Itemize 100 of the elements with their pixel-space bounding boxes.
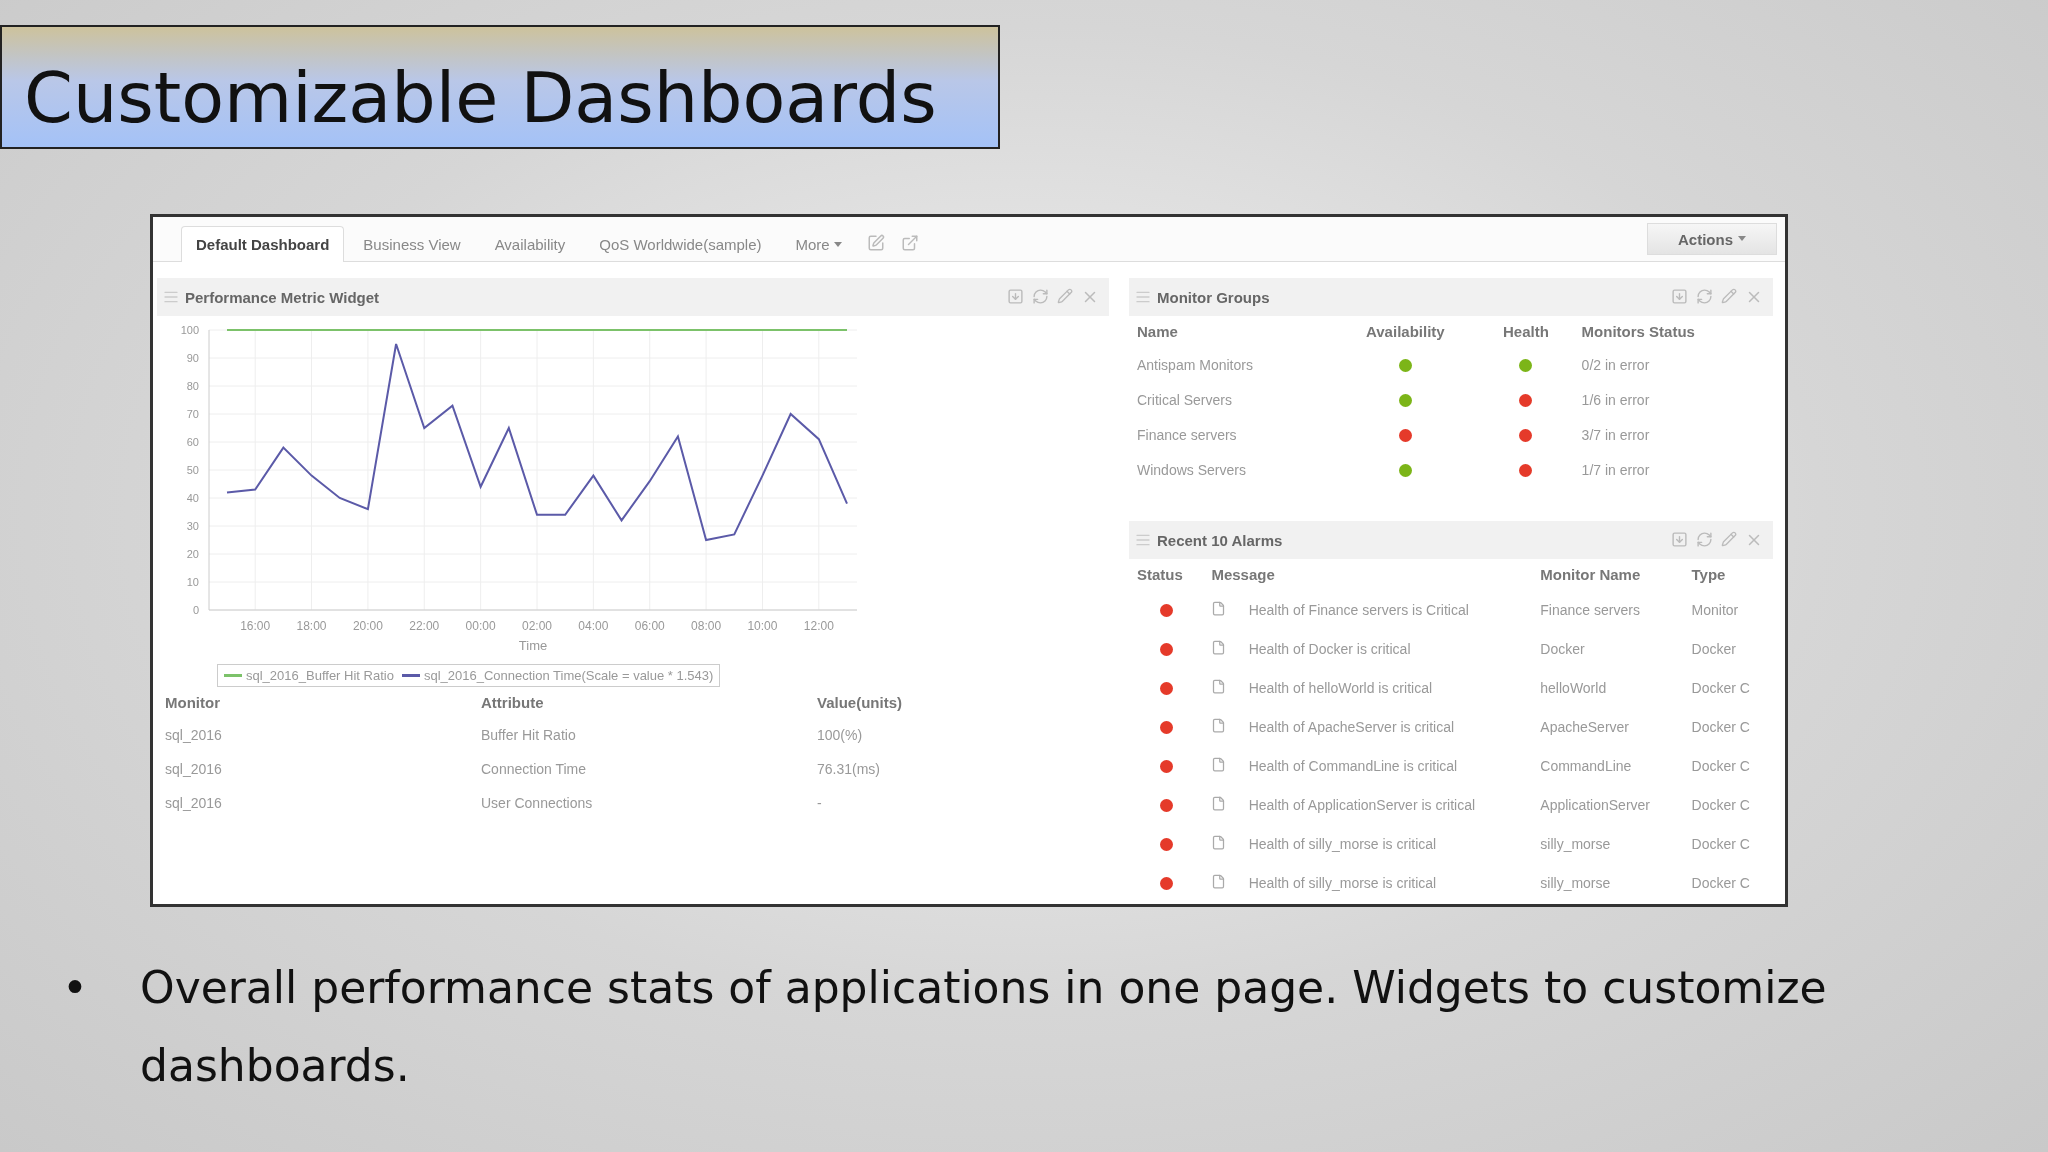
- table-cell-text: Docker C: [1690, 678, 1751, 698]
- edit-icon[interactable]: [1057, 288, 1073, 304]
- column-header: Type: [1690, 565, 1727, 585]
- y-tick-label: 70: [186, 408, 199, 420]
- table-cell-text: Docker: [1539, 639, 1586, 659]
- column-header: Monitor Name: [1539, 565, 1642, 585]
- caret-icon: [833, 241, 842, 248]
- table-cell-text: Docker C: [1690, 717, 1751, 737]
- table-cell-text: sql_2016: [164, 760, 223, 779]
- x-tick-label: 06:00: [634, 619, 666, 633]
- table-cell-text: ApacheServer: [1539, 717, 1630, 737]
- table-cell-text: Docker C: [1690, 795, 1751, 815]
- table-cell-text: Health of ApplicationServer is critical: [1247, 795, 1477, 815]
- table-cell-text: Docker C: [1690, 756, 1751, 776]
- document-icon[interactable]: [1211, 795, 1227, 811]
- column-header: Monitors Status: [1580, 322, 1696, 342]
- document-icon[interactable]: [1211, 756, 1227, 772]
- minimize-icon[interactable]: [1671, 288, 1688, 305]
- column-header: Attribute: [480, 693, 545, 713]
- table-cell-text: Health of silly_morse is critical: [1247, 873, 1438, 893]
- dashboard-tab[interactable]: Availability: [479, 226, 581, 262]
- refresh-icon[interactable]: [1696, 288, 1713, 305]
- table-cell-text: helloWorld: [1539, 678, 1608, 698]
- document-icon[interactable]: [1211, 639, 1227, 655]
- x-tick-label: 12:00: [803, 619, 835, 633]
- actions-button[interactable]: Actions: [1647, 223, 1777, 255]
- table-cell-text: Buffer Hit Ratio: [480, 726, 577, 745]
- table-cell-text: Finance servers: [1539, 600, 1641, 620]
- table-cell-text: Docker C: [1690, 834, 1751, 854]
- dashboard-tab[interactable]: QoS Worldwide(sample): [584, 226, 777, 262]
- column-header: Health: [1502, 322, 1550, 342]
- y-tick-label: 10: [186, 576, 199, 588]
- x-tick-label: 18:00: [296, 619, 327, 633]
- table-cell-text: silly_morse: [1539, 873, 1612, 893]
- table-cell-text: 0/2 in error: [1580, 355, 1651, 375]
- column-header: Status: [1136, 565, 1184, 585]
- table-cell-text: -: [816, 794, 823, 813]
- table-cell-text: 3/7 in error: [1580, 425, 1651, 445]
- table-cell-text: Docker: [1690, 639, 1737, 659]
- table-cell-text: ApplicationServer: [1539, 795, 1652, 815]
- y-axis: 0 10 20 30 40 50 60 70 80 90 100: [180, 324, 210, 616]
- drag-handle-icon[interactable]: [163, 289, 179, 305]
- table-cell-text: sql_2016: [164, 794, 223, 813]
- table-cell-text: silly_morse: [1539, 834, 1612, 854]
- column-header: Name: [1136, 322, 1179, 342]
- table-cell-text: Health of silly_morse is critical: [1247, 834, 1438, 854]
- column-header: Availability: [1365, 322, 1446, 342]
- y-tick-label: 100: [180, 324, 199, 336]
- document-icon[interactable]: [1211, 873, 1227, 889]
- refresh-icon[interactable]: [1032, 288, 1049, 305]
- x-tick-label: 20:00: [352, 619, 384, 633]
- table-cell-text: 1/6 in error: [1580, 390, 1651, 410]
- y-tick-label: 20: [186, 548, 199, 560]
- drag-handle-icon[interactable]: [1135, 289, 1151, 305]
- widget-title: Performance Metric Widget: [185, 288, 380, 306]
- x-tick-label: 04:00: [578, 619, 609, 633]
- table-cell-text: Health of Finance servers is Critical: [1247, 600, 1470, 620]
- table-cell-text: sql_2016: [164, 726, 223, 745]
- minimize-icon[interactable]: [1007, 288, 1024, 305]
- document-icon[interactable]: [1211, 834, 1227, 850]
- document-icon[interactable]: [1211, 678, 1227, 694]
- bullet-mark: •: [62, 961, 89, 1015]
- bullet-text: Overall performance stats of applications in one page. Widgets to customize dashboards.: [140, 961, 1828, 1093]
- table-cell-text: CommandLine: [1539, 756, 1633, 776]
- dashboard-tab[interactable]: More: [780, 226, 857, 262]
- y-tick-label: 40: [186, 492, 199, 504]
- y-tick-label: 80: [186, 380, 199, 392]
- table-cell-text: Monitor: [1690, 600, 1740, 620]
- table-cell-text: Connection Time: [480, 760, 588, 779]
- x-tick-label: 08:00: [691, 619, 722, 633]
- table-cell-text: Windows Servers: [1136, 460, 1247, 480]
- document-icon[interactable]: [1211, 717, 1227, 733]
- table-cell-text: Health of ApacheServer is critical: [1247, 717, 1456, 737]
- document-icon[interactable]: [1211, 600, 1227, 616]
- widget-title: Recent 10 Alarms: [1157, 531, 1283, 549]
- x-tick-label: 02:00: [521, 619, 553, 633]
- table-cell-text: Health of helloWorld is critical: [1247, 678, 1434, 698]
- table-cell-text: 1/7 in error: [1580, 460, 1651, 480]
- y-tick-label: 50: [186, 464, 199, 476]
- x-tick-label: 00:00: [465, 619, 496, 633]
- table-cell-text: 76.31(ms): [816, 760, 882, 779]
- dashboard-tab[interactable]: Business View: [348, 226, 476, 262]
- edit-icon[interactable]: [1721, 531, 1737, 547]
- y-tick-label: 30: [186, 520, 199, 532]
- dashboard-tab[interactable]: Default Dashboard: [181, 226, 345, 262]
- column-header: Value(units): [816, 693, 903, 713]
- refresh-icon[interactable]: [1696, 531, 1713, 548]
- table-cell-text: Health of CommandLine is critical: [1247, 756, 1459, 776]
- edit-icon[interactable]: [1721, 288, 1737, 304]
- minimize-icon[interactable]: [1671, 531, 1688, 548]
- legend-item: sql_2016_Buffer Hit Ratio: [224, 668, 394, 683]
- y-tick-label: 0: [192, 604, 199, 616]
- x-tick-label: 22:00: [409, 619, 440, 633]
- y-tick-label: 90: [186, 352, 199, 364]
- column-header: Monitor: [164, 693, 221, 713]
- drag-handle-icon[interactable]: [1135, 532, 1151, 548]
- slide-title: Customizable Dashboards: [24, 57, 937, 139]
- table-cell-text: 100(%): [816, 726, 864, 745]
- table-cell-text: User Connections: [480, 794, 594, 813]
- x-tick-label: 16:00: [240, 619, 271, 633]
